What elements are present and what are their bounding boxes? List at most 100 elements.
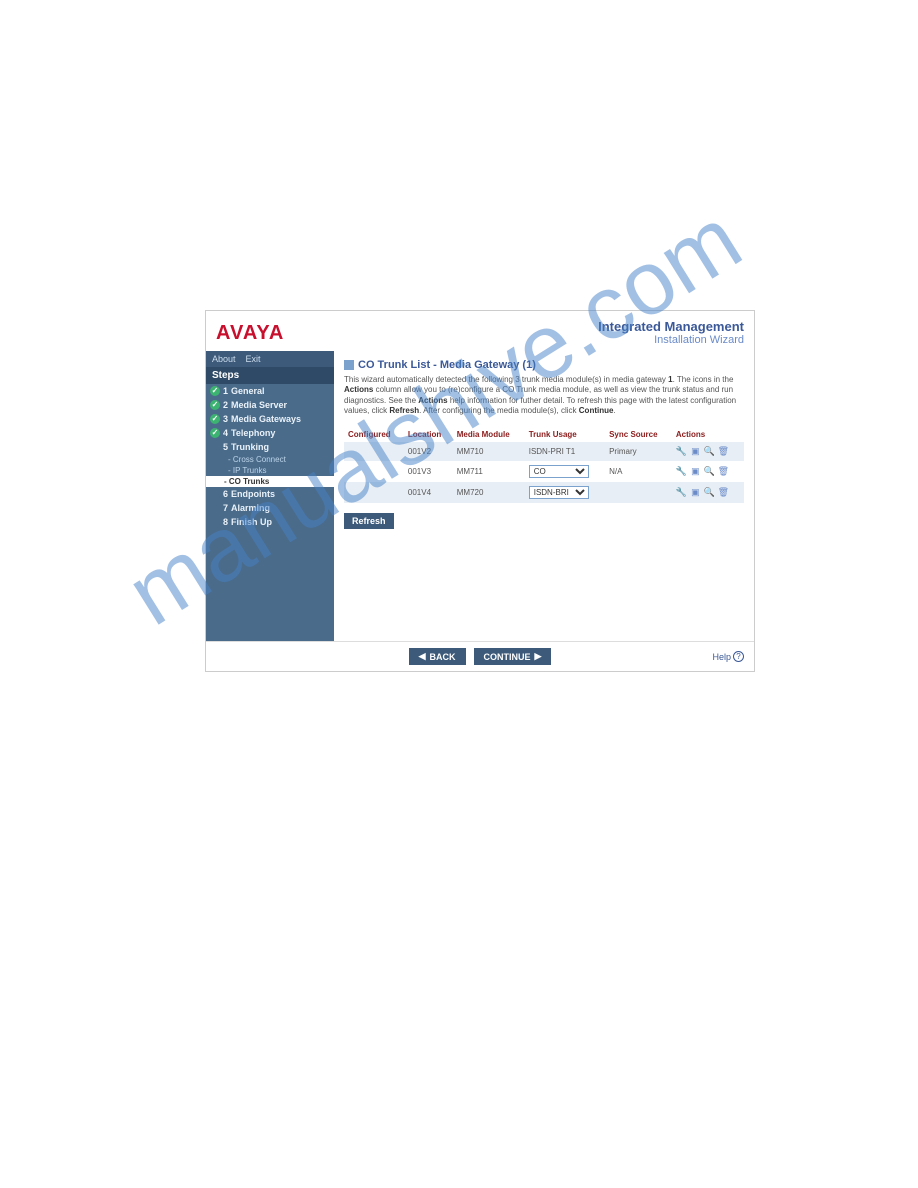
magnify-icon[interactable]: 🔍 xyxy=(704,487,715,498)
about-link[interactable]: About xyxy=(212,354,236,364)
cell-module: MM720 xyxy=(453,482,525,503)
check-icon: ✓ xyxy=(210,414,220,424)
table-row: 001V2 MM710 ISDN-PRI T1 Primary 🔧 ▣ 🔍 🗑 xyxy=(344,442,744,461)
page-title-text: CO Trunk List - Media Gateway (1) xyxy=(358,359,536,371)
step-finish-up[interactable]: 8 Finish Up xyxy=(206,515,334,529)
cell-actions: 🔧 ▣ 🔍 🗑 xyxy=(672,461,744,482)
cell-location: 001V3 xyxy=(404,461,453,482)
cell-location: 001V2 xyxy=(404,442,453,461)
step-media-server[interactable]: ✓ 2 Media Server xyxy=(206,398,334,412)
table-row: 001V4 MM720 ISDN-BRI 🔧 ▣ � xyxy=(344,482,744,503)
step-general[interactable]: ✓ 1 General xyxy=(206,384,334,398)
cell-actions: 🔧 ▣ 🔍 🗑 xyxy=(672,442,744,461)
title-icon xyxy=(344,360,354,370)
magnify-icon[interactable]: 🔍 xyxy=(704,466,715,477)
header-titles: Integrated Management Installation Wizar… xyxy=(598,320,744,346)
continue-label: CONTINUE xyxy=(484,652,531,662)
help-icon: ? xyxy=(733,651,744,662)
step-trunking[interactable]: 5 Trunking xyxy=(206,440,334,454)
help-label: Help xyxy=(712,652,731,662)
cell-location: 001V4 xyxy=(404,482,453,503)
cell-module: MM711 xyxy=(453,461,525,482)
header: AVAYA Integrated Management Installation… xyxy=(206,311,754,351)
step-label: Endpoints xyxy=(231,489,275,499)
trash-icon[interactable]: 🗑 xyxy=(718,466,729,477)
step-endpoints[interactable]: 6 Endpoints xyxy=(206,487,334,501)
wrench-icon[interactable]: 🔧 xyxy=(676,446,687,457)
steps-header: Steps xyxy=(206,367,334,384)
arrow-right-icon: ▶ xyxy=(535,651,542,662)
check-icon: ✓ xyxy=(210,386,220,396)
usage-dropdown[interactable]: ISDN-BRI xyxy=(529,486,589,499)
back-button[interactable]: ◀ BACK xyxy=(409,648,466,665)
col-module: Media Module xyxy=(453,427,525,442)
cell-sync: Primary xyxy=(605,442,672,461)
cell-usage: CO xyxy=(525,461,605,482)
cell-usage: ISDN-BRI xyxy=(525,482,605,503)
help-link[interactable]: Help ? xyxy=(712,651,744,662)
step-telephony[interactable]: ✓ 4 Telephony xyxy=(206,426,334,440)
exit-link[interactable]: Exit xyxy=(246,354,261,364)
cell-sync xyxy=(605,482,672,503)
step-label: General xyxy=(231,386,265,396)
step-num: 8 xyxy=(223,517,228,527)
step-label: Media Gateways xyxy=(231,414,301,424)
step-num: 2 xyxy=(223,400,228,410)
wizard-window: AVAYA Integrated Management Installation… xyxy=(205,310,755,672)
cell-actions: 🔧 ▣ 🔍 🗑 xyxy=(672,482,744,503)
status-icon[interactable]: ▣ xyxy=(690,446,701,457)
page-title: CO Trunk List - Media Gateway (1) xyxy=(344,359,744,371)
substep-ip-trunks[interactable]: IP Trunks xyxy=(206,465,334,476)
usage-dropdown[interactable]: CO xyxy=(529,465,589,478)
cell-configured xyxy=(344,442,404,461)
step-alarming[interactable]: 7 Alarming xyxy=(206,501,334,515)
footer: ◀ BACK CONTINUE ▶ Help ? xyxy=(206,641,754,671)
col-actions: Actions xyxy=(672,427,744,442)
step-label: Finish Up xyxy=(231,517,272,527)
cell-usage: ISDN-PRI T1 xyxy=(525,442,605,461)
step-media-gateways[interactable]: ✓ 3 Media Gateways xyxy=(206,412,334,426)
arrow-left-icon: ◀ xyxy=(419,651,426,662)
cell-configured xyxy=(344,482,404,503)
step-num: 1 xyxy=(223,386,228,396)
table-row: 001V3 MM711 CO N/A 🔧 ▣ 🔍 xyxy=(344,461,744,482)
step-label: Alarming xyxy=(231,503,270,513)
step-num: 5 xyxy=(223,442,228,452)
main-content: CO Trunk List - Media Gateway (1) This w… xyxy=(334,351,754,641)
continue-button[interactable]: CONTINUE ▶ xyxy=(474,648,552,665)
col-configured: Configured xyxy=(344,427,404,442)
step-num: 3 xyxy=(223,414,228,424)
check-icon: ✓ xyxy=(210,400,220,410)
col-usage: Trunk Usage xyxy=(525,427,605,442)
trash-icon[interactable]: 🗑 xyxy=(718,487,729,498)
wrench-icon[interactable]: 🔧 xyxy=(676,466,687,477)
magnify-icon[interactable]: 🔍 xyxy=(704,446,715,457)
step-num: 4 xyxy=(223,428,228,438)
table-header-row: Configured Location Media Module Trunk U… xyxy=(344,427,744,442)
page-description: This wizard automatically detected the f… xyxy=(344,375,744,417)
step-label: Media Server xyxy=(231,400,287,410)
back-label: BACK xyxy=(430,652,456,662)
step-num: 6 xyxy=(223,489,228,499)
status-icon[interactable]: ▣ xyxy=(690,487,701,498)
brand-logo: AVAYA xyxy=(216,322,284,345)
sidebar: About Exit Steps ✓ 1 General ✓ 2 Media S… xyxy=(206,351,334,641)
cell-module: MM710 xyxy=(453,442,525,461)
col-sync: Sync Source xyxy=(605,427,672,442)
header-title-sub: Installation Wizard xyxy=(598,334,744,346)
header-title-main: Integrated Management xyxy=(598,320,744,334)
trunk-table: Configured Location Media Module Trunk U… xyxy=(344,427,744,503)
wrench-icon[interactable]: 🔧 xyxy=(676,487,687,498)
check-icon: ✓ xyxy=(210,428,220,438)
step-label: Trunking xyxy=(231,442,269,452)
substep-cross-connect[interactable]: Cross Connect xyxy=(206,454,334,465)
top-menu: About Exit xyxy=(206,351,334,367)
trash-icon[interactable]: 🗑 xyxy=(718,446,729,457)
cell-sync: N/A xyxy=(605,461,672,482)
step-label: Telephony xyxy=(231,428,275,438)
col-location: Location xyxy=(404,427,453,442)
status-icon[interactable]: ▣ xyxy=(690,466,701,477)
refresh-button[interactable]: Refresh xyxy=(344,513,394,529)
substep-co-trunks[interactable]: CO Trunks xyxy=(206,476,334,487)
step-num: 7 xyxy=(223,503,228,513)
